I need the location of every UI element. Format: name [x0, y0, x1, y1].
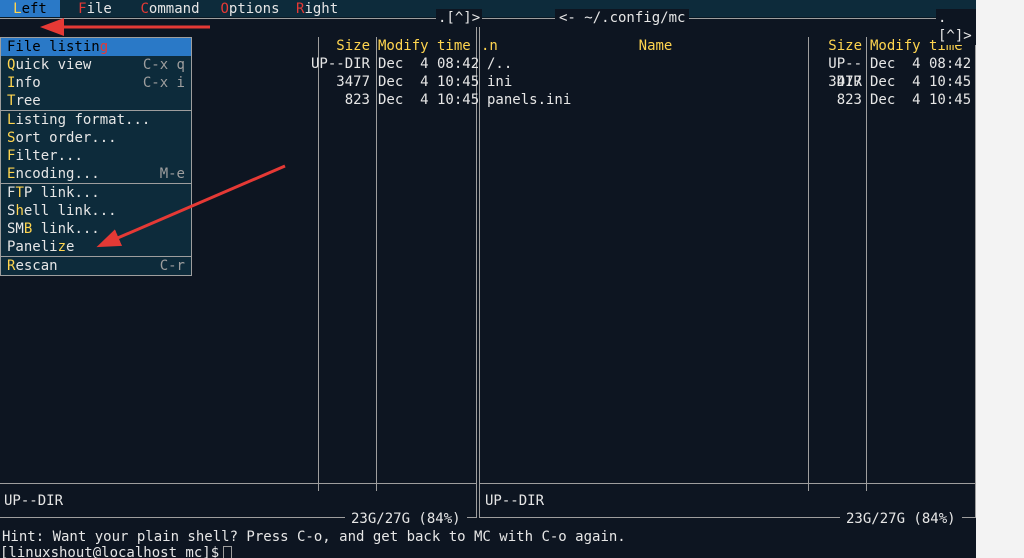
panel-right-hdr-name[interactable]: Name [501, 37, 810, 55]
panel-right-caret[interactable]: .[^]> [936, 9, 976, 45]
panel-left-caret[interactable]: .[^]> [436, 9, 482, 27]
panel-left-headers: Size Modify time [310, 37, 475, 55]
panel-left-hdr-size[interactable]: Size [310, 37, 374, 55]
shell-prompt[interactable]: [linuxshout@localhost mc]$ [0, 544, 232, 558]
panel-right-title: <- ~/.config/mc [555, 9, 689, 27]
page-background [976, 0, 1024, 558]
dd-rescan[interactable]: Rescan C-r [1, 257, 191, 275]
panel-left-sep [0, 483, 476, 484]
dd-file-listing[interactable]: File listing [1, 38, 191, 56]
panel-right-row[interactable]: ini 3477 Dec 4 10:45 [481, 73, 974, 91]
panel-left-body: UP--DIR Dec 4 08:42 3477 Dec 4 10:45 823… [310, 55, 475, 109]
annotation-arrow-1 [50, 15, 220, 40]
panel-right-body: /.. UP--DIR Dec 4 08:42 ini 3477 Dec 4 1… [481, 55, 974, 109]
panel-left-row[interactable]: UP--DIR Dec 4 08:42 [310, 55, 475, 73]
dd-info[interactable]: Info C-x i [1, 74, 191, 92]
panel-right-hdr-n[interactable]: .n [481, 37, 501, 55]
panel-left-selected: UP--DIR [4, 492, 63, 510]
menu-options[interactable]: Options [210, 0, 290, 17]
dd-group-3: Rescan C-r [1, 257, 191, 275]
panel-right-row[interactable]: /.. UP--DIR Dec 4 08:42 [481, 55, 974, 73]
dd-tree[interactable]: Tree [1, 92, 191, 110]
panel-right-disk: 23G/27G (84%) [840, 510, 962, 528]
menu-right[interactable]: Right [290, 0, 344, 17]
panel-right-headers: .n Name Size Modify time [481, 37, 974, 55]
panel-left-hdr-time[interactable]: Modify time [374, 37, 474, 55]
dd-listing-format[interactable]: Listing format... [1, 111, 191, 129]
panel-left-row[interactable]: 3477 Dec 4 10:45 [310, 73, 475, 91]
cursor-icon [223, 546, 232, 558]
panel-right-hdr-size[interactable]: Size [810, 37, 866, 55]
panel-right-sep [480, 483, 975, 484]
dd-group-0: File listing Quick view C-x q Info C-x i… [1, 38, 191, 111]
panel-right-row[interactable]: panels.ini 823 Dec 4 10:45 [481, 91, 974, 109]
annotation-arrow-2 [105, 160, 295, 255]
panel-right-selected: UP--DIR [485, 492, 544, 510]
panel-left-disk: 23G/27G (84%) [345, 510, 467, 528]
panel-left-row[interactable]: 823 Dec 4 10:45 [310, 91, 475, 109]
dd-quick-view[interactable]: Quick view C-x q [1, 56, 191, 74]
dd-sort-order[interactable]: Sort order... [1, 129, 191, 147]
